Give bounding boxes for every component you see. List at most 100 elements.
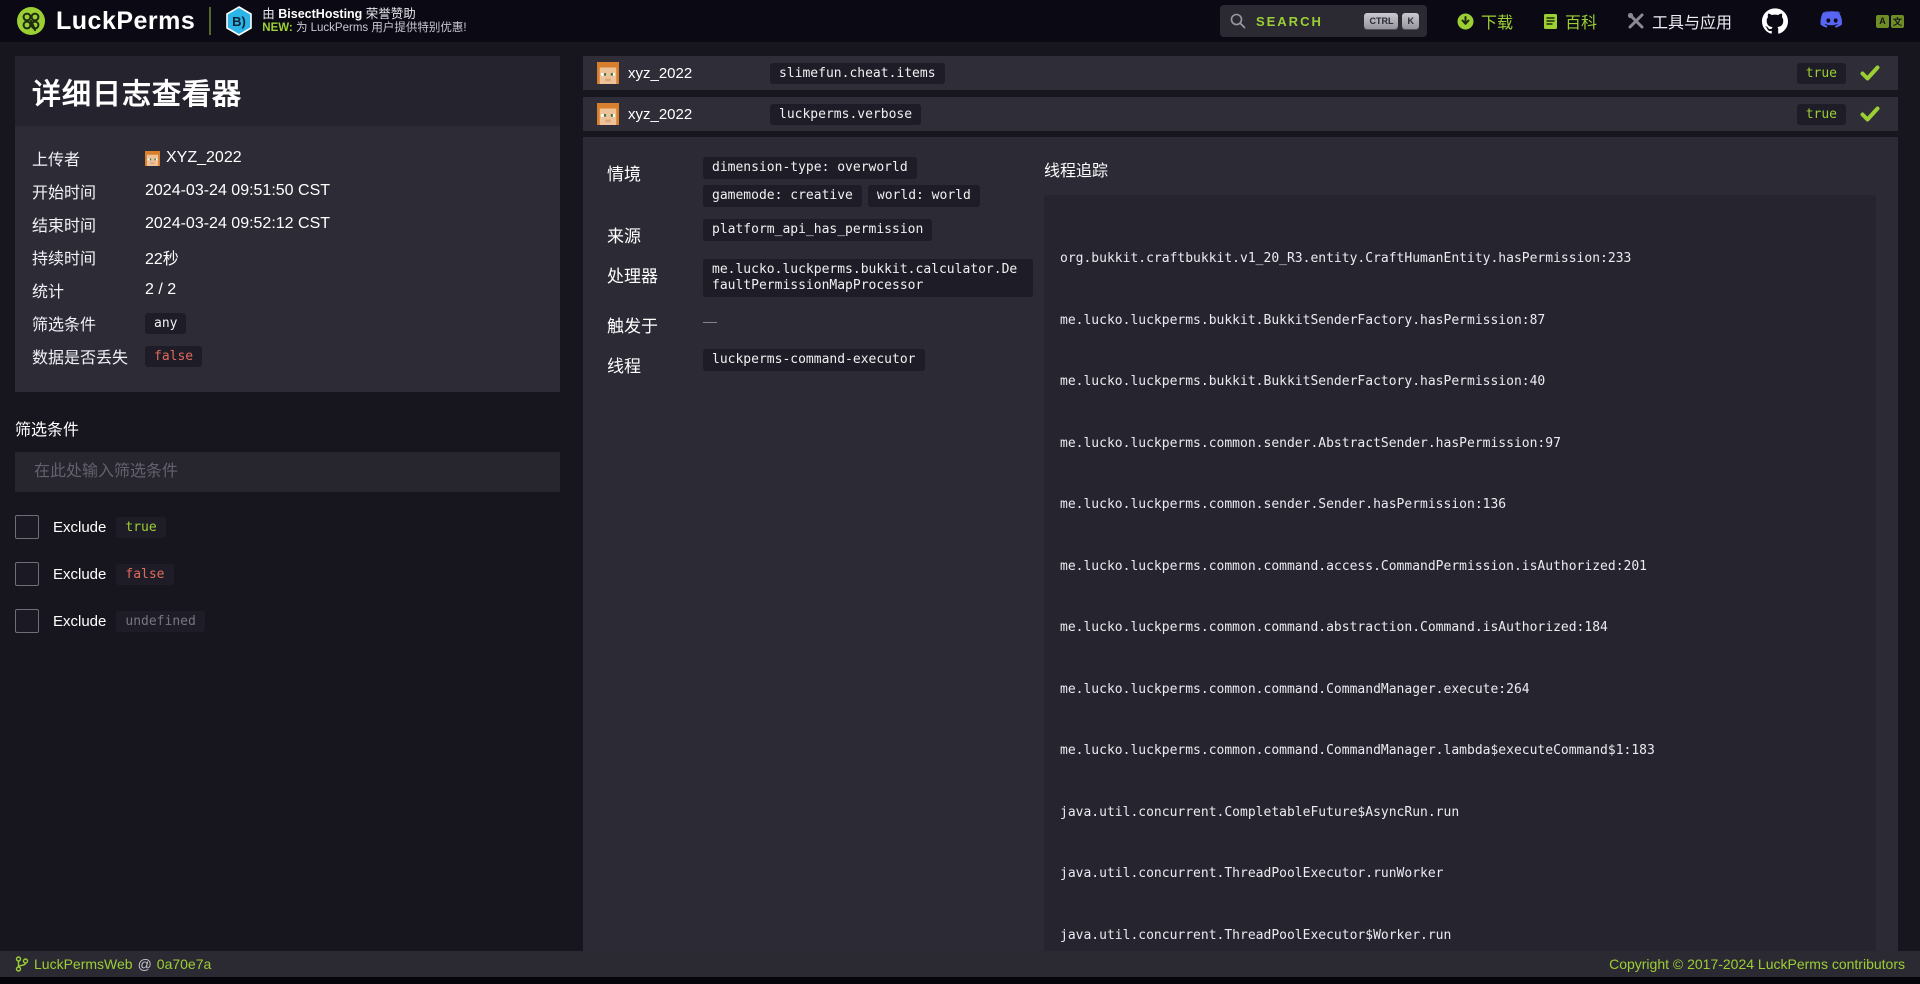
exclude-undefined-row: Exclude undefined <box>15 609 560 633</box>
trace-line: me.lucko.luckperms.common.command.Comman… <box>1060 680 1860 701</box>
page-title: 详细日志查看器 <box>15 56 560 126</box>
log-entry-row[interactable]: xyz_2022 luckperms.verbose true <box>583 97 1898 131</box>
trace-line: me.lucko.luckperms.common.command.access… <box>1060 557 1860 578</box>
trace-line: me.lucko.luckperms.common.command.Comman… <box>1060 741 1860 762</box>
k-keycap: K <box>1402 13 1419 29</box>
sidebar: 详细日志查看器 上传者 XYZ_2022 开始时间 2024-03- <box>15 56 560 633</box>
exclude-true-chip: true <box>116 517 165 538</box>
footer: LuckPermsWeb @ 0a70e7a Copyright © 2017-… <box>0 951 1920 977</box>
sponsor-line1: 由 BisectHosting 荣誉赞助 <box>262 7 466 21</box>
sponsor-line2: NEW: 为 LuckPerms 用户提供特别优惠! <box>262 21 466 35</box>
context-chip: world: world <box>868 185 980 207</box>
search-icon <box>1230 13 1246 29</box>
exclude-true-row: Exclude true <box>15 515 560 539</box>
entry-username: xyz_2022 <box>628 106 692 123</box>
exclude-undefined-checkbox[interactable] <box>15 609 39 633</box>
nav-download-label: 下载 <box>1481 9 1513 33</box>
meta-count: 统计 2 / 2 <box>32 278 543 302</box>
origin-chip: platform_api_has_permission <box>703 219 932 241</box>
meta-uploader: 上传者 XYZ_2022 <box>32 146 543 170</box>
exclude-false-checkbox[interactable] <box>15 562 39 586</box>
navbar: LuckPerms B) 由 BisectHosting 荣誉赞助 NEW: 为… <box>0 0 1920 42</box>
result-chip: true <box>1797 104 1846 125</box>
repo-link[interactable]: LuckPermsWeb <box>34 956 133 972</box>
player-avatar-icon <box>597 62 619 84</box>
bottom-strip <box>0 977 1920 984</box>
trace-line: java.util.concurrent.ThreadPoolExecutor$… <box>1060 926 1860 947</box>
brand[interactable]: LuckPerms <box>16 6 195 36</box>
ctrl-keycap: CTRL <box>1364 13 1398 29</box>
stack-trace: org.bukkit.craftbukkit.v1_20_R3.entity.C… <box>1044 195 1876 951</box>
language-switcher[interactable]: A 文 <box>1876 15 1904 28</box>
translate-a-icon: A <box>1876 15 1889 28</box>
permission-chip: slimefun.cheat.items <box>770 63 945 84</box>
filter-section-heading: 筛选条件 <box>15 416 560 440</box>
svg-text:B): B) <box>232 14 246 29</box>
uploader-name: XYZ_2022 <box>166 149 242 167</box>
field-context: 情境 dimension-type: overworld gamemode: c… <box>607 157 1044 207</box>
exclude-undefined-chip: undefined <box>116 611 204 632</box>
nav-download[interactable]: 下载 <box>1457 9 1513 33</box>
sponsor-banner[interactable]: B) 由 BisectHosting 荣誉赞助 NEW: 为 LuckPerms… <box>225 6 466 36</box>
nav-wiki-label: 百科 <box>1565 9 1597 33</box>
field-thread: 线程 luckperms-command-executor <box>607 349 1044 377</box>
log-entries: xyz_2022 slimefun.cheat.items true xy <box>583 56 1898 951</box>
player-avatar-icon <box>597 103 619 125</box>
trace-line: me.lucko.luckperms.bukkit.BukkitSenderFa… <box>1060 311 1860 332</box>
thread-chip: luckperms-command-executor <box>703 349 925 371</box>
check-icon <box>1860 105 1880 123</box>
tools-icon <box>1627 12 1645 30</box>
bisecthosting-logo-icon: B) <box>225 6 253 36</box>
trace-line: me.lucko.luckperms.bukkit.BukkitSenderFa… <box>1060 372 1860 393</box>
book-icon <box>1543 13 1558 30</box>
field-origin: 来源 platform_api_has_permission <box>607 219 1044 247</box>
context-chip: gamemode: creative <box>703 185 862 207</box>
check-icon <box>1860 64 1880 82</box>
commit-link[interactable]: 0a70e7a <box>157 956 212 972</box>
discord-icon[interactable] <box>1818 10 1846 32</box>
trace-line: me.lucko.luckperms.common.command.abstra… <box>1060 618 1860 639</box>
meta-start-time: 开始时间 2024-03-24 09:51:50 CST <box>32 179 543 203</box>
download-icon <box>1457 13 1474 30</box>
entry-username: xyz_2022 <box>628 65 692 82</box>
translate-wen-icon: 文 <box>1891 15 1904 28</box>
filter-input[interactable] <box>15 452 560 492</box>
field-caused-by: 触发于 — <box>607 309 1044 337</box>
trace-line: org.bukkit.craftbukkit.v1_20_R3.entity.C… <box>1060 249 1860 270</box>
trace-heading: 线程追踪 <box>1044 157 1876 181</box>
meta-end-time: 结束时间 2024-03-24 09:52:12 CST <box>32 212 543 236</box>
exclude-false-chip: false <box>116 564 173 585</box>
meta-filter-mode: 筛选条件 any <box>32 311 543 335</box>
at-separator: @ <box>138 956 152 972</box>
player-avatar-icon <box>145 151 160 166</box>
context-chip: dimension-type: overworld <box>703 157 917 179</box>
log-entry-row[interactable]: xyz_2022 slimefun.cheat.items true <box>583 56 1898 90</box>
log-metadata-panel: 上传者 XYZ_2022 开始时间 2024-03-24 09:51:50 CS… <box>15 126 560 392</box>
entry-detail-panel: 情境 dimension-type: overworld gamemode: c… <box>583 137 1898 951</box>
search-button[interactable]: SEARCH CTRL K <box>1220 5 1427 37</box>
filter-mode-chip: any <box>145 313 186 334</box>
copyright: Copyright © 2017-2024 LuckPerms contribu… <box>1609 956 1905 972</box>
meta-truncated: 数据是否丢失 false <box>32 344 543 368</box>
truncated-chip: false <box>145 346 202 367</box>
permission-chip: luckperms.verbose <box>770 104 921 125</box>
exclude-true-checkbox[interactable] <box>15 515 39 539</box>
trace-line: java.util.concurrent.CompletableFuture$A… <box>1060 803 1860 824</box>
meta-duration: 持续时间 22秒 <box>32 245 543 269</box>
field-processor: 处理器 me.lucko.luckperms.bukkit.calculator… <box>607 259 1044 297</box>
result-chip: true <box>1797 63 1846 84</box>
trace-line: me.lucko.luckperms.common.sender.Sender.… <box>1060 495 1860 516</box>
github-icon[interactable] <box>1762 8 1788 34</box>
nav-tools-label: 工具与应用 <box>1652 9 1732 33</box>
brand-name: LuckPerms <box>56 7 195 36</box>
git-branch-icon <box>15 956 29 972</box>
nav-tools[interactable]: 工具与应用 <box>1627 9 1732 33</box>
search-label: SEARCH <box>1256 14 1361 29</box>
exclude-false-row: Exclude false <box>15 562 560 586</box>
trace-line: me.lucko.luckperms.common.sender.Abstrac… <box>1060 434 1860 455</box>
processor-chip: me.lucko.luckperms.bukkit.calculator.Def… <box>703 259 1033 297</box>
nav-wiki[interactable]: 百科 <box>1543 9 1597 33</box>
trace-line: java.util.concurrent.ThreadPoolExecutor.… <box>1060 864 1860 885</box>
luckperms-clover-logo-icon <box>16 6 46 36</box>
empty-value-dash: — <box>703 309 717 329</box>
